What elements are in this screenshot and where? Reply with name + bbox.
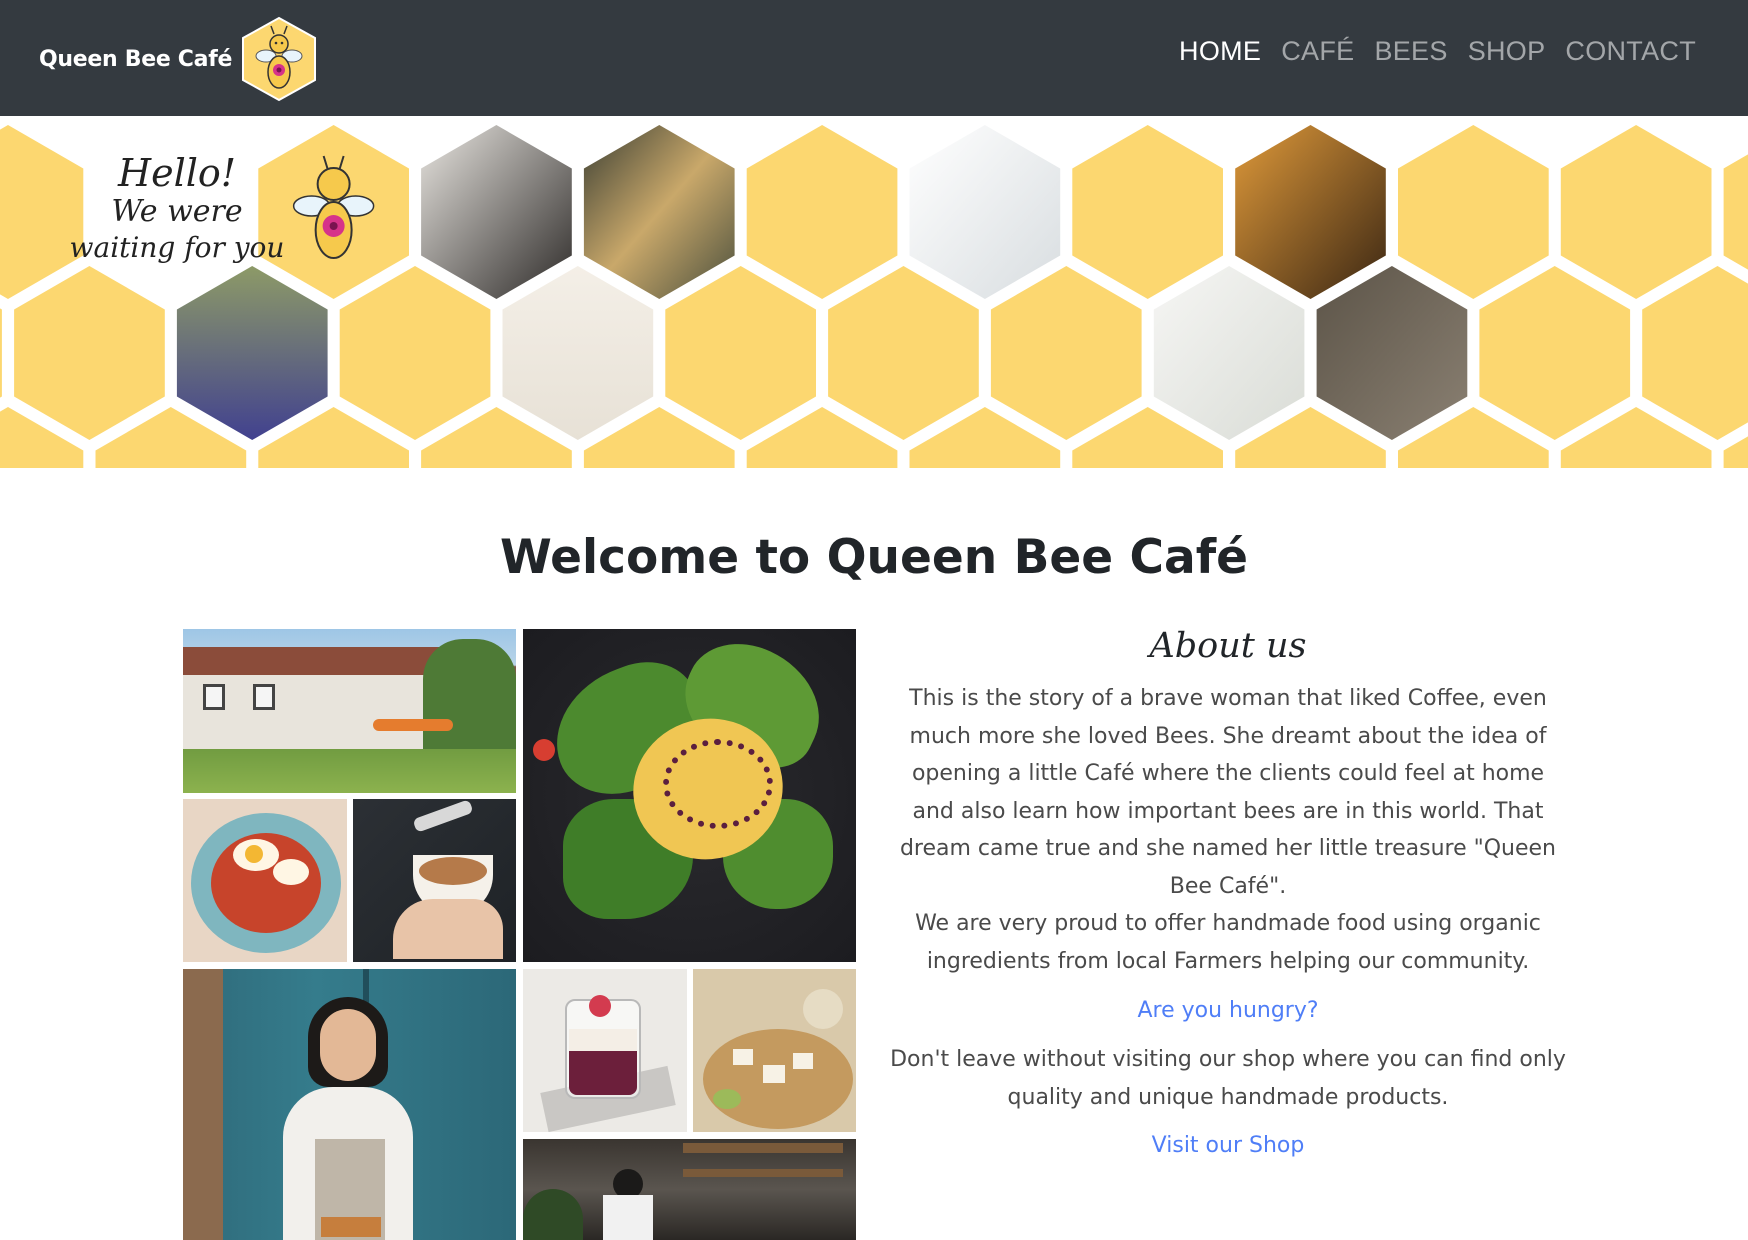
nav-shop[interactable]: SHOP xyxy=(1468,36,1546,67)
hungry-link[interactable]: Are you hungry? xyxy=(890,998,1566,1023)
shakshuka-photo xyxy=(183,799,347,962)
greeting-line-2: We were xyxy=(111,194,243,229)
honeycomb-cell xyxy=(1479,266,1631,440)
honeycomb-cell xyxy=(1072,125,1223,299)
nav-contact[interactable]: CONTACT xyxy=(1565,36,1696,67)
latte-photo xyxy=(353,799,516,962)
navbar: Queen Bee Café HOME CAFÉ BEES SHOP CONTA… xyxy=(0,0,1748,116)
honeycomb-cell xyxy=(665,266,816,440)
visit-shop-link[interactable]: Visit our Shop xyxy=(890,1133,1566,1158)
honeycomb-cell xyxy=(1642,266,1748,440)
greeting-line-1: Hello! xyxy=(117,151,237,195)
about-title: About us xyxy=(1149,626,1307,666)
pie-hex-photo xyxy=(502,266,654,440)
page-title: Welcome to Queen Bee Café xyxy=(499,530,1249,585)
village-photo xyxy=(183,629,516,793)
hero-banner: Hello! We were waiting for you xyxy=(0,116,1748,468)
greeting-line-3: waiting for you xyxy=(69,231,285,264)
nav-home[interactable]: HOME xyxy=(1179,36,1261,67)
thistle-hex-photo xyxy=(176,266,328,440)
about-story: This is the story of a brave woman that … xyxy=(899,686,1557,899)
about-section: About us This is the story of a brave wo… xyxy=(890,626,1566,1158)
cheese-photo xyxy=(693,969,856,1132)
honeycomb-cell xyxy=(828,266,979,440)
coffee-hex-photo xyxy=(421,125,572,299)
cafe-interior-photo xyxy=(523,1139,856,1240)
honeycomb-cell xyxy=(1560,125,1712,299)
honeycomb-cell xyxy=(990,266,1142,440)
salad-photo xyxy=(523,629,856,962)
honeycomb-cell xyxy=(1398,125,1549,299)
honeycomb-cell xyxy=(14,266,165,440)
cake-hex-photo xyxy=(583,125,735,299)
honeycomb-cell xyxy=(339,266,491,440)
hero-greeting: Hello! We were waiting for you xyxy=(62,152,292,266)
bee-logo-icon[interactable] xyxy=(240,16,318,102)
main-nav: HOME CAFÉ BEES SHOP CONTACT xyxy=(1179,36,1696,67)
brand[interactable]: Queen Bee Café xyxy=(39,15,318,103)
about-shop-text: Don't leave without visiting our shop wh… xyxy=(890,1047,1566,1110)
nav-bees[interactable]: BEES xyxy=(1374,36,1447,67)
bee-flower-hex-photo xyxy=(909,125,1061,299)
brand-name[interactable]: Queen Bee Café xyxy=(39,47,232,72)
dessert-photo xyxy=(523,969,687,1132)
honeycomb-cookies-hex-photo xyxy=(1316,266,1468,440)
tea-hex-photo xyxy=(1153,266,1305,440)
honeycomb-cell xyxy=(746,125,898,299)
nav-cafe[interactable]: CAFÉ xyxy=(1281,36,1354,67)
about-organic: We are very proud to offer handmade food… xyxy=(915,911,1541,974)
host-photo xyxy=(183,969,516,1240)
photo-collage xyxy=(183,629,856,1240)
honey-hex-photo xyxy=(1235,125,1386,299)
